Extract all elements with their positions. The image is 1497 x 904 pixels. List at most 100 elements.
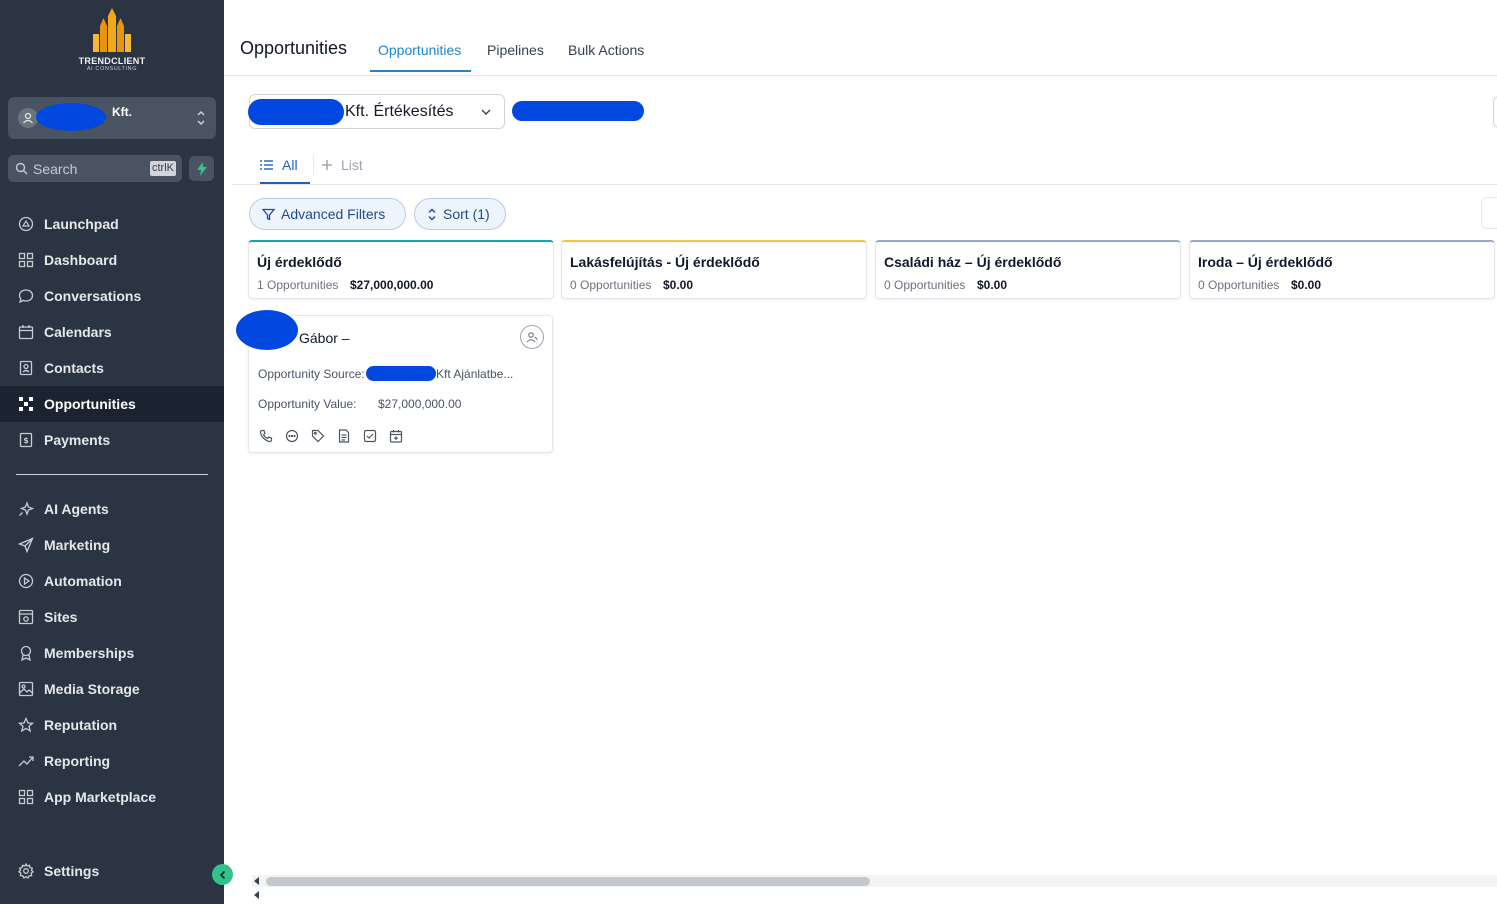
sidebar-item-label: Reporting xyxy=(44,753,111,769)
sidebar-item-label: Calendars xyxy=(44,324,112,340)
toolbar-button-cutoff[interactable] xyxy=(1481,197,1497,229)
stage-title: Új érdeklődő xyxy=(257,254,342,270)
trend-icon xyxy=(17,752,35,770)
castle-logo-icon xyxy=(93,8,131,52)
pipeline-select[interactable]: Kft. Értékesítés xyxy=(248,94,505,129)
list-icon xyxy=(260,160,273,170)
add-list-view-button[interactable]: List xyxy=(321,157,363,173)
scrollbar-thumb[interactable] xyxy=(266,877,870,886)
sidebar-item-payments[interactable]: $ Payments xyxy=(0,422,224,458)
scroll-left-icon[interactable] xyxy=(253,876,261,886)
sort-icon xyxy=(428,208,436,220)
sidebar-item-reputation[interactable]: Reputation xyxy=(0,707,224,743)
top-header: Opportunities Opportunities Pipelines Bu… xyxy=(224,0,1497,76)
dashboard-icon xyxy=(17,251,35,269)
sidebar-item-label: Payments xyxy=(44,432,111,448)
account-avatar xyxy=(18,108,38,128)
redaction-mark xyxy=(236,310,298,350)
sidebar-item-label: Sites xyxy=(44,609,78,625)
stage-count: 0 Opportunities xyxy=(570,278,652,292)
image-icon xyxy=(17,680,35,698)
stage-count: 1 Opportunities xyxy=(257,278,339,292)
sidebar-item-settings[interactable]: Settings xyxy=(0,853,224,889)
sidebar-item-label: Conversations xyxy=(44,288,142,304)
assign-user-button[interactable] xyxy=(520,325,544,349)
sidebar-item-opportunities[interactable]: Opportunities xyxy=(0,386,224,422)
sidebar-item-sites[interactable]: Sites xyxy=(0,599,224,635)
sidebar-item-memberships[interactable]: Memberships xyxy=(0,635,224,671)
stage-count: 0 Opportunities xyxy=(884,278,966,292)
sidebar-item-reporting[interactable]: Reporting xyxy=(0,743,224,779)
lightning-icon xyxy=(196,161,207,176)
sidebar-item-label: Contacts xyxy=(44,360,104,376)
sites-icon xyxy=(17,608,35,626)
stage-column-header: Iroda – Új érdeklődő 0 Opportunities $0.… xyxy=(1189,240,1495,299)
collapse-sidebar-button[interactable] xyxy=(212,864,233,885)
tab-opportunities[interactable]: Opportunities xyxy=(378,42,461,58)
sidebar-item-media-storage[interactable]: Media Storage xyxy=(0,671,224,707)
sidebar-item-label: Memberships xyxy=(44,645,135,661)
pipeline-selected-value: Kft. Értékesítés xyxy=(345,103,454,120)
contacts-icon xyxy=(17,359,35,377)
search-input[interactable]: Search ctrlK xyxy=(8,155,182,182)
stage-column-header: Családi ház – Új érdeklődő 0 Opportuniti… xyxy=(875,240,1181,299)
main-content: Opportunities Opportunities Pipelines Bu… xyxy=(224,0,1497,904)
chevron-left-icon xyxy=(219,870,225,879)
sort-button[interactable]: Sort (1) xyxy=(414,198,506,230)
user-icon xyxy=(23,112,33,124)
search-shortcut-badge: ctrlK xyxy=(150,161,176,176)
plus-icon xyxy=(322,160,332,170)
page-title: Opportunities xyxy=(240,38,348,58)
sidebar-item-marketing[interactable]: Marketing xyxy=(0,527,224,563)
stage-value: $0.00 xyxy=(663,278,694,292)
advanced-filters-label: Advanced Filters xyxy=(281,206,386,222)
calendar-icon xyxy=(17,323,35,341)
brand-logo[interactable]: TRENDCLIENT AI CONSULTING xyxy=(72,6,152,74)
star-icon xyxy=(17,716,35,734)
stage-value: $0.00 xyxy=(1291,278,1322,292)
toolbar-button-cutoff[interactable] xyxy=(1493,96,1497,128)
note-icon[interactable] xyxy=(336,428,352,444)
view-tab-all[interactable]: All xyxy=(260,157,298,173)
sidebar-item-launchpad[interactable]: Launchpad xyxy=(0,206,224,242)
search-placeholder: Search xyxy=(33,161,78,177)
scroll-left-icon[interactable] xyxy=(253,890,261,900)
sidebar-item-label: Reputation xyxy=(44,717,118,733)
redaction-mark xyxy=(366,366,436,381)
opportunity-name: Gábor – xyxy=(299,330,350,346)
apps-icon xyxy=(17,788,35,806)
launchpad-icon xyxy=(17,215,35,233)
sidebar-item-dashboard[interactable]: Dashboard xyxy=(0,242,224,278)
tag-icon[interactable] xyxy=(310,428,326,444)
sidebar-item-automation[interactable]: Automation xyxy=(0,563,224,599)
quick-action-button[interactable] xyxy=(189,156,214,181)
brand-tagline: AI CONSULTING xyxy=(86,66,138,72)
sms-icon[interactable] xyxy=(284,428,300,444)
sidebar-item-app-marketplace[interactable]: App Marketplace xyxy=(0,779,224,815)
appointment-icon[interactable] xyxy=(388,428,404,444)
phone-icon[interactable] xyxy=(258,428,274,444)
sidebar-item-ai-agents[interactable]: AI Agents xyxy=(0,491,224,527)
account-switcher[interactable]: Kft. xyxy=(8,97,216,139)
sparkle-icon xyxy=(17,500,35,518)
opportunities-icon xyxy=(17,395,35,413)
tab-bulk-actions[interactable]: Bulk Actions xyxy=(568,42,644,58)
send-icon xyxy=(17,536,35,554)
sidebar-item-label: Opportunities xyxy=(44,396,136,412)
sidebar-item-label: Dashboard xyxy=(44,252,118,268)
active-tab-indicator xyxy=(370,70,471,72)
sidebar-item-label: Launchpad xyxy=(44,216,119,232)
gear-icon xyxy=(17,862,35,880)
redaction-mark xyxy=(248,99,344,125)
sidebar-item-contacts[interactable]: Contacts xyxy=(0,350,224,386)
sidebar-item-label: Automation xyxy=(44,573,122,589)
task-icon[interactable] xyxy=(362,428,378,444)
redaction-mark xyxy=(36,103,106,131)
sidebar-item-conversations[interactable]: Conversations xyxy=(0,278,224,314)
tab-pipelines[interactable]: Pipelines xyxy=(487,42,544,58)
stage-value: $0.00 xyxy=(977,278,1008,292)
sidebar-item-calendars[interactable]: Calendars xyxy=(0,314,224,350)
advanced-filters-button[interactable]: Advanced Filters xyxy=(249,198,406,230)
sidebar: TRENDCLIENT AI CONSULTING Kft. Search ct… xyxy=(0,0,224,904)
view-tab-all-label: All xyxy=(282,157,298,173)
